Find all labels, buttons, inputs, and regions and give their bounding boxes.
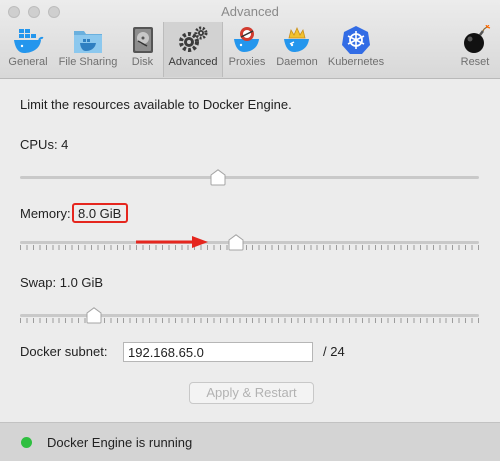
tab-label: Disk (131, 56, 154, 68)
daemon-whale-icon (284, 26, 309, 52)
tab-label: Proxies (228, 56, 266, 68)
subnet-mask: / 24 (323, 344, 345, 359)
status-text: Docker Engine is running (47, 435, 193, 450)
toolbar: Advanced General File Sharing Disk Advan… (0, 0, 500, 79)
status-indicator-icon (21, 437, 32, 448)
tab-disk[interactable]: Disk (125, 22, 160, 77)
apply-restart-button[interactable]: Apply & Restart (189, 382, 314, 404)
slider-thumb[interactable] (210, 169, 226, 186)
tab-label: File Sharing (58, 56, 118, 68)
memory-value-highlight: 8.0 GiB (72, 203, 128, 223)
memory-label: Memory: (20, 206, 71, 221)
docker-whale-icon (14, 29, 44, 53)
tab-kubernetes[interactable]: Kubernetes (325, 22, 387, 77)
cpus-label: CPUs: 4 (20, 137, 69, 152)
advanced-settings-panel: Limit the resources available to Docker … (0, 79, 500, 422)
swap-slider[interactable] (20, 304, 479, 328)
slider-track (20, 241, 479, 244)
tab-label: Advanced (168, 56, 218, 68)
subnet-input[interactable] (123, 342, 313, 362)
slider-ticks (20, 245, 479, 250)
slider-thumb[interactable] (86, 307, 102, 324)
gears-icon (179, 26, 208, 52)
annotation-arrow-icon (136, 236, 208, 248)
intro-text: Limit the resources available to Docker … (20, 97, 292, 112)
slider-track (20, 176, 479, 179)
cpus-slider[interactable] (20, 166, 479, 190)
tab-file-sharing[interactable]: File Sharing (55, 22, 121, 77)
kubernetes-helm-icon (342, 26, 370, 54)
disk-drive-icon (132, 27, 153, 53)
memory-slider[interactable] (20, 231, 479, 255)
tab-label: Kubernetes (327, 56, 385, 68)
tab-label: General (8, 56, 48, 68)
tab-proxies[interactable]: Proxies (225, 22, 269, 77)
memory-value: 8.0 GiB (78, 206, 122, 221)
docker-preferences-window: Advanced General File Sharing Disk Advan… (0, 0, 500, 461)
tab-general[interactable]: General (5, 22, 51, 77)
tab-label: Reset (460, 56, 490, 68)
folder-whale-icon (74, 31, 102, 53)
proxies-whale-icon (234, 27, 259, 52)
slider-thumb[interactable] (228, 234, 244, 251)
bomb-icon (464, 25, 491, 53)
tab-label: Daemon (276, 56, 318, 68)
tab-reset[interactable]: Reset (456, 22, 494, 77)
status-bar: Docker Engine is running (0, 422, 500, 461)
tab-advanced[interactable]: Advanced (163, 22, 223, 77)
subnet-label: Docker subnet: (20, 344, 108, 359)
tab-daemon[interactable]: Daemon (273, 22, 321, 77)
swap-label: Swap: 1.0 GiB (20, 275, 104, 290)
window-title: Advanced (221, 4, 279, 19)
